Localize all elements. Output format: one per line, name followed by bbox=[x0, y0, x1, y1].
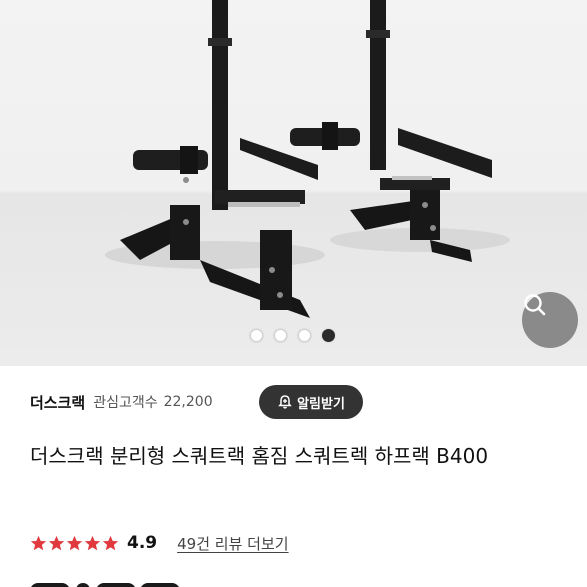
search-icon bbox=[524, 294, 546, 316]
rating-stars bbox=[30, 535, 119, 552]
star-icon bbox=[48, 535, 65, 550]
bell-plus-icon bbox=[278, 395, 292, 409]
alarm-button-label: 알림받기 bbox=[297, 396, 345, 412]
gallery-dot-active[interactable] bbox=[322, 328, 335, 342]
price-cutoff bbox=[31, 583, 179, 587]
review-link[interactable]: 49건 리뷰 더보기 bbox=[177, 533, 288, 554]
seller-name[interactable]: 더스크랙 bbox=[30, 392, 85, 413]
star-icon bbox=[102, 535, 119, 550]
product-title: 더스크랙 분리형 스쿼트랙 홈짐 스쿼트렉 하프랙 B400 bbox=[30, 444, 489, 468]
product-photo-squat-rack bbox=[105, 0, 510, 318]
star-icon bbox=[30, 535, 47, 550]
notification-subscribe-button[interactable]: 알림받기 bbox=[259, 385, 363, 419]
gallery-dot[interactable] bbox=[274, 328, 287, 342]
rating-summary: 4.9 49건 리뷰 더보기 bbox=[30, 530, 289, 556]
product-image-gallery[interactable] bbox=[0, 0, 587, 366]
interest-label: 관심고객수 bbox=[93, 395, 158, 411]
star-icon bbox=[84, 535, 101, 550]
interest-count: 22,200 bbox=[163, 394, 213, 410]
zoom-button[interactable] bbox=[522, 292, 578, 348]
gallery-dot[interactable] bbox=[250, 328, 263, 342]
gallery-dot[interactable] bbox=[298, 328, 311, 342]
rating-value: 4.9 bbox=[127, 533, 158, 553]
gallery-pagination bbox=[250, 327, 335, 343]
star-icon bbox=[66, 535, 83, 550]
